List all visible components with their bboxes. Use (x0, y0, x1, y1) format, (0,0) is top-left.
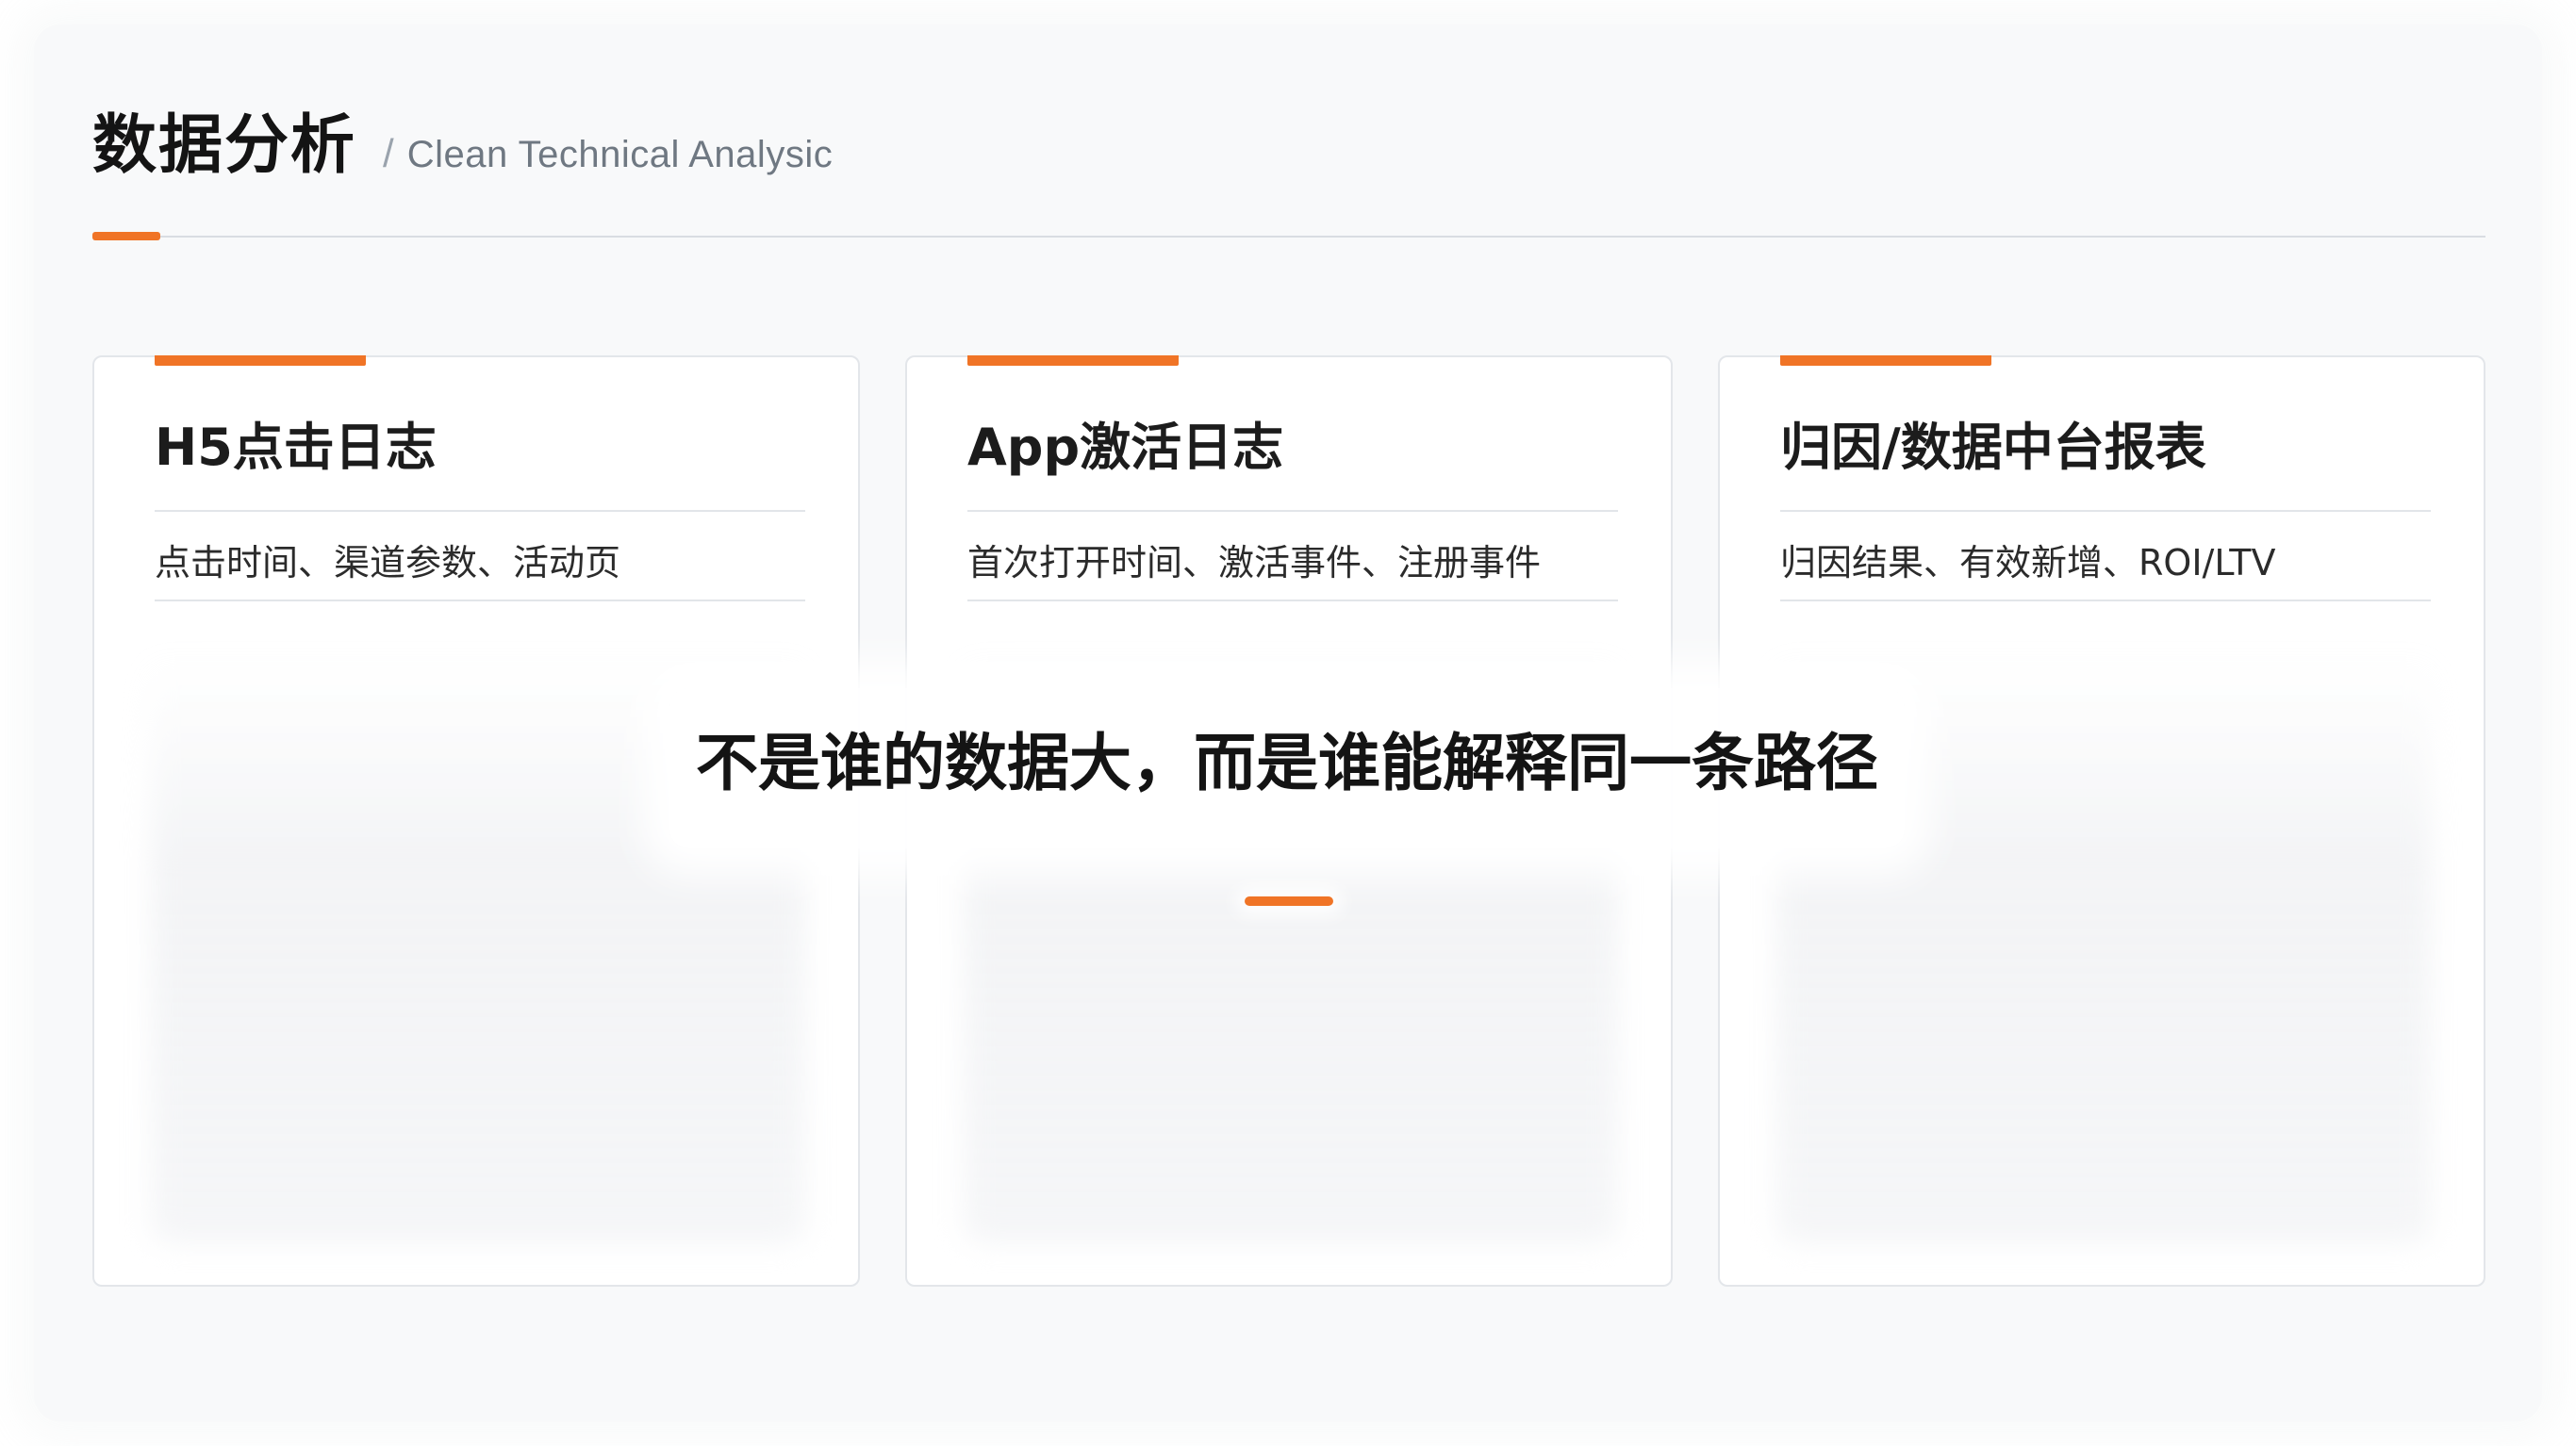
page-subtitle: Clean Technical Analysic (406, 134, 834, 175)
slide: 数据分析 / Clean Technical Analysic H5点击日志 点… (0, 0, 2576, 1446)
card-accent-bar (967, 355, 1179, 366)
card-divider-top (155, 510, 805, 512)
card-accent-bar (155, 355, 366, 366)
card-title: H5点击日志 (155, 418, 437, 477)
card-title: 归因/数据中台报表 (1780, 418, 2206, 477)
card-description: 归因结果、有效新增、ROI/LTV (1780, 542, 2276, 583)
caption-text: 不是谁的数据大，而是谁能解释同一条路径 (696, 727, 1878, 799)
caption-accent-bar (1245, 896, 1333, 906)
card-divider-bottom (155, 600, 805, 601)
card-divider-bottom (967, 600, 1618, 601)
page-header: 数据分析 / Clean Technical Analysic (92, 94, 833, 198)
card-description: 首次打开时间、激活事件、注册事件 (967, 542, 1542, 583)
card-divider-top (967, 510, 1618, 512)
header-divider (92, 236, 2485, 238)
card-divider-bottom (1780, 600, 2431, 601)
header-accent-bar (92, 232, 160, 240)
card-accent-bar (1780, 355, 1991, 366)
card-description: 点击时间、渠道参数、活动页 (155, 542, 621, 583)
subtitle-separator: / (383, 131, 394, 175)
card-title: App激活日志 (967, 418, 1284, 477)
page-title: 数据分析 (92, 108, 357, 183)
card-divider-top (1780, 510, 2431, 512)
